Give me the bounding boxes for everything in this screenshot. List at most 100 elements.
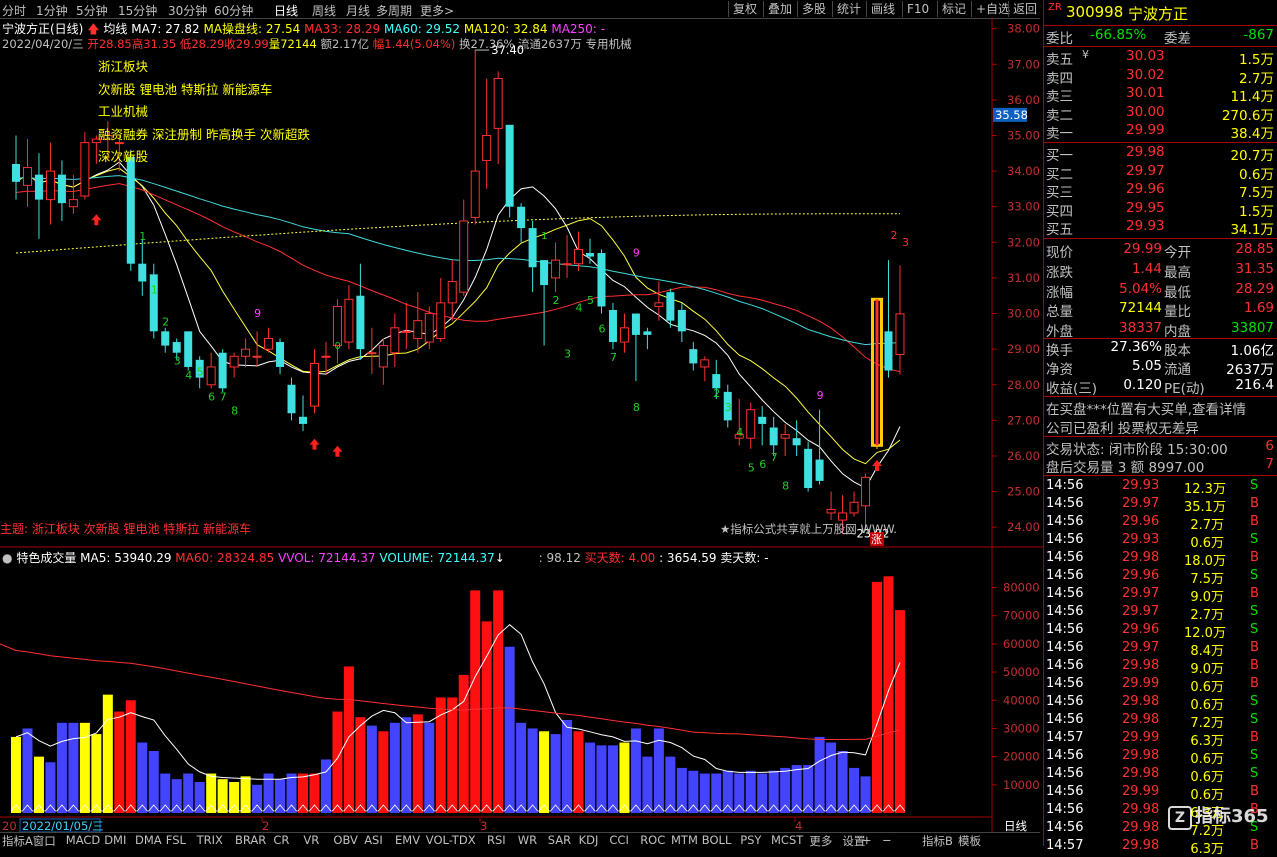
candle[interactable] [551,242,561,293]
volume-bar[interactable] [791,765,802,813]
candle[interactable] [332,299,342,364]
scroll-right-button[interactable]: − [882,833,892,847]
volume-bar[interactable] [125,700,136,813]
indicator-tab[interactable]: DMI [104,833,126,847]
indicator-tab[interactable]: ROC [640,833,665,847]
candle[interactable] [562,235,572,278]
candle[interactable] [574,231,584,271]
candle[interactable] [597,249,606,314]
volume-bar[interactable] [872,581,882,813]
indicator-tab[interactable]: FSL [166,833,186,847]
candle[interactable] [264,327,274,353]
indicator-tab[interactable]: 模板 [958,833,981,849]
indicator-tab[interactable]: VOL-TDX [426,833,476,847]
candle[interactable] [287,377,296,421]
volume-bar[interactable] [607,745,618,813]
volume-bar[interactable] [470,590,481,813]
candle[interactable] [12,135,20,200]
indicator-tab[interactable]: PSY [740,833,761,847]
volume-bar[interactable] [458,674,469,813]
indicator-tab[interactable]: MACD [66,833,100,847]
bid-row[interactable]: 买二 29.97 0.6万 [1044,163,1277,183]
volume-bar[interactable] [114,711,125,813]
volume-bar[interactable] [229,782,240,813]
indicator-tab[interactable]: SAR [548,833,571,847]
volume-bar[interactable] [343,666,354,813]
volume-bar[interactable] [11,736,21,813]
volume-menu-icon[interactable]: ● [2,551,12,565]
volume-bar[interactable] [275,779,286,813]
candle[interactable] [252,331,262,367]
candle[interactable] [619,313,629,353]
candle[interactable] [746,402,756,449]
bid-row[interactable]: 买五 29.93 34.1万 [1044,218,1277,238]
indicator-tab[interactable]: MCST [771,833,803,847]
indicator-tab[interactable]: BRAR [235,833,266,847]
candle[interactable] [447,260,457,321]
volume-bar[interactable] [516,722,527,813]
ask-row[interactable]: 卖一 29.99 38.4万 [1044,122,1277,142]
indicator-tab[interactable]: OBV [333,833,357,847]
volume-bar[interactable] [91,734,102,813]
candle[interactable] [436,277,446,343]
volume-bar[interactable] [504,646,515,813]
volume-bar[interactable] [240,776,251,813]
candle[interactable] [57,160,66,221]
bid-row[interactable]: 买一 29.98 20.7万 [1044,144,1277,164]
candle[interactable] [586,238,594,264]
candle[interactable] [413,292,423,353]
volume-bar[interactable] [194,782,205,813]
volume-bar[interactable] [309,773,320,813]
indicator-tab[interactable]: BOLL [702,833,732,847]
candle[interactable] [700,356,710,382]
volume-bar[interactable] [447,697,458,813]
volume-bar[interactable] [366,725,377,813]
volume-bar[interactable] [56,722,67,813]
indicator-tab[interactable]: KDJ [579,833,599,847]
indicator-tab[interactable]: 指标B [922,833,953,849]
volume-bar[interactable] [148,751,159,813]
candle[interactable] [138,238,147,296]
volume-bar[interactable] [298,773,308,813]
candle[interactable] [126,149,135,271]
volume-bar[interactable] [814,736,825,813]
volume-bar[interactable] [171,779,182,813]
scroll-left-button[interactable]: + [862,833,872,847]
candle[interactable] [378,338,388,385]
candle[interactable] [321,342,331,375]
volume-bar[interactable] [68,722,79,813]
ask-row[interactable]: 卖三 30.01 11.4万 [1044,85,1277,105]
volume-bar[interactable] [803,765,814,813]
candle[interactable] [241,338,251,367]
candle[interactable] [390,313,400,367]
notice-big-order[interactable]: 在买盘***位置有大买单,查看详情 [1044,398,1277,418]
bid-row[interactable]: 买四 29.95 1.5万 [1044,200,1277,220]
candle[interactable] [218,349,227,392]
volume-bar[interactable] [137,742,148,813]
candle[interactable] [459,199,469,296]
candle[interactable] [401,302,411,350]
indicator-tab[interactable]: TRIX [197,833,223,847]
candle[interactable] [540,260,549,346]
candle[interactable] [309,349,319,414]
candle[interactable] [849,491,859,517]
volume-bar[interactable] [768,770,779,813]
candle[interactable] [804,441,813,492]
candle[interactable] [654,281,664,321]
candle[interactable] [299,395,307,432]
candle[interactable] [608,302,617,350]
candle[interactable] [367,327,377,375]
volume-bar[interactable] [780,767,791,813]
volume-bar[interactable] [527,728,538,813]
candle[interactable] [689,342,698,371]
volume-bar[interactable] [378,731,389,813]
volume-bar[interactable] [745,770,756,813]
volume-bar[interactable] [401,717,412,813]
candle[interactable] [643,327,652,350]
volume-bar[interactable] [676,767,687,813]
candle[interactable] [493,71,503,164]
candle[interactable] [470,50,480,225]
candle[interactable] [517,203,526,243]
volume-bar[interactable] [734,773,745,813]
volume-bar[interactable] [183,773,194,813]
